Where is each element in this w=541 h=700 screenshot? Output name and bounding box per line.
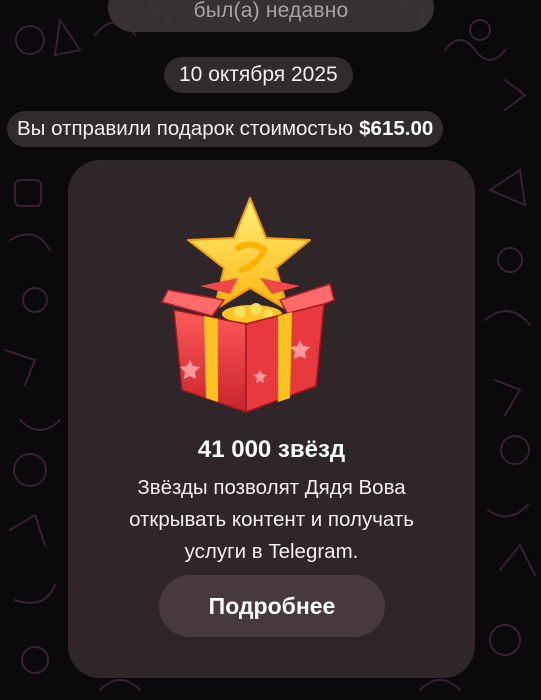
- gift-description: Звёзды позволят Дядя Вова открывать конт…: [129, 476, 414, 563]
- details-button[interactable]: Подробнее: [159, 575, 385, 637]
- gift-title: 41 000 звёзд: [197, 436, 346, 463]
- last-seen-status: был(а) недавно: [193, 0, 349, 22]
- date-separator-text: 10 октября 2025: [179, 63, 338, 86]
- gift-service-message: Вы отправили подарок стоимостью $615.00: [7, 111, 444, 147]
- date-separator: 10 октября 2025: [164, 57, 353, 93]
- gift-price: $615.00: [359, 117, 434, 140]
- service-message-text: Вы отправили подарок стоимостью: [17, 117, 354, 140]
- gift-box-with-star-icon: [160, 197, 335, 414]
- chat-header-status-pill[interactable]: был(а) недавно: [108, 0, 434, 32]
- stars-gift-card[interactable]: 41 000 звёзд Звёзды позволят Дядя Вова о…: [68, 160, 475, 678]
